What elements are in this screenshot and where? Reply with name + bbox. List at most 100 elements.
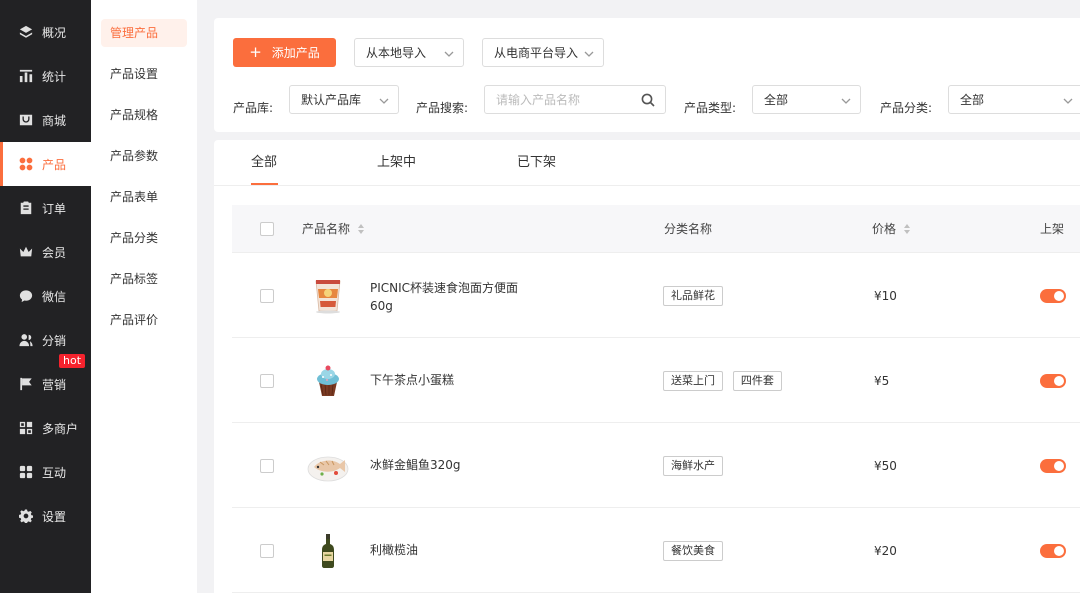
- category-label: 产品分类:: [880, 101, 933, 115]
- column-header-label: 价格: [872, 222, 897, 236]
- category-value: 全部: [960, 93, 985, 107]
- shop-icon: [19, 113, 33, 127]
- import-local-dropdown[interactable]: 从本地导入: [354, 38, 464, 67]
- nav-item-settings[interactable]: 设置: [0, 494, 91, 538]
- plus-icon: +: [249, 43, 262, 61]
- column-header-label: 上架: [1040, 222, 1065, 236]
- category-tags: 礼品鲜花: [663, 286, 729, 306]
- row-checkbox[interactable]: [260, 544, 274, 558]
- type-value: 全部: [764, 93, 789, 107]
- library-select[interactable]: 默认产品库: [289, 85, 399, 114]
- subnav-item-params[interactable]: 产品参数: [101, 142, 187, 170]
- table-row: 下午茶点小蛋糕 送菜上门 四件套 ¥5: [232, 338, 1080, 423]
- on-shelf-toggle[interactable]: [1040, 544, 1066, 558]
- nav-item-label: 设置: [42, 509, 67, 524]
- column-header-price[interactable]: 价格: [872, 223, 911, 235]
- nav-item-stats[interactable]: 统计: [0, 54, 91, 98]
- status-tabs: 全部 上架中 已下架: [214, 140, 1080, 186]
- type-label: 产品类型:: [684, 101, 737, 115]
- subnav-item-reviews[interactable]: 产品评价: [101, 306, 187, 334]
- category-select[interactable]: 全部: [948, 85, 1080, 114]
- column-header-label: 分类名称: [664, 222, 713, 236]
- nav-item-label: 营销: [42, 377, 67, 392]
- product-list-panel: 全部 上架中 已下架 产品名称 分类名称 价格 上架 PICNIC杯装速食泡面方…: [214, 140, 1080, 593]
- product-subnav: 管理产品 产品设置 产品规格 产品参数 产品表单 产品分类 产品标签 产品评价: [91, 0, 197, 593]
- search-label: 产品搜索:: [416, 101, 469, 115]
- nav-item-orders[interactable]: 订单: [0, 186, 91, 230]
- row-checkbox[interactable]: [260, 374, 274, 388]
- add-product-label: 添加产品: [271, 46, 320, 60]
- nav-item-multi-merchant[interactable]: 多商户: [0, 406, 91, 450]
- type-select[interactable]: 全部: [752, 85, 861, 114]
- main-sidebar: 概况 统计 商城 产品 订单 会员 微信 分销 营销 hot 多商户 互动 设置: [0, 0, 91, 593]
- library-value: 默认产品库: [301, 93, 362, 107]
- subnav-item-forms[interactable]: 产品表单: [101, 183, 187, 211]
- grid-icon: [19, 157, 33, 171]
- chevron-down-icon: [584, 48, 594, 58]
- cupcake-image: [317, 365, 339, 396]
- table-header: 产品名称 分类名称 价格 上架: [232, 205, 1080, 253]
- nav-item-label: 统计: [42, 69, 67, 84]
- filter-panel: + 添加产品 从本地导入 从电商平台导入 产品库: 默认产品库 产品搜索: 产品…: [214, 18, 1080, 132]
- sort-icon[interactable]: [358, 224, 365, 234]
- tab-on-shelf[interactable]: 上架中: [377, 156, 416, 169]
- nav-item-label: 多商户: [42, 421, 79, 436]
- nav-item-wechat[interactable]: 微信: [0, 274, 91, 318]
- flag-icon: [19, 377, 33, 391]
- category-tags: 海鲜水产: [663, 456, 729, 476]
- product-name[interactable]: 下午茶点小蛋糕: [370, 371, 540, 389]
- nav-item-shop[interactable]: 商城: [0, 98, 91, 142]
- nav-item-label: 产品: [42, 157, 67, 172]
- sort-icon[interactable]: [904, 224, 911, 234]
- chevron-down-icon: [841, 95, 851, 105]
- nav-item-members[interactable]: 会员: [0, 230, 91, 274]
- column-header-label: 产品名称: [302, 222, 351, 236]
- search-input[interactable]: [485, 86, 625, 113]
- chevron-down-icon: [379, 95, 389, 105]
- tab-all[interactable]: 全部: [251, 156, 277, 169]
- subnav-item-categories[interactable]: 产品分类: [101, 224, 187, 252]
- subnav-item-specs[interactable]: 产品规格: [101, 101, 187, 129]
- nav-item-label: 微信: [42, 289, 67, 304]
- subnav-item-manage[interactable]: 管理产品: [101, 19, 187, 47]
- row-checkbox[interactable]: [260, 289, 274, 303]
- nav-item-products[interactable]: 产品: [0, 142, 91, 186]
- subnav-item-settings[interactable]: 产品设置: [101, 60, 187, 88]
- import-local-label: 从本地导入: [366, 46, 427, 60]
- search-icon[interactable]: [641, 93, 655, 107]
- noodle-cup-image: [315, 280, 341, 314]
- product-name[interactable]: 冰鲜金鲳鱼320g: [370, 456, 540, 474]
- bar-chart-icon: [19, 69, 33, 83]
- on-shelf-toggle[interactable]: [1040, 459, 1066, 473]
- interact-icon: [19, 465, 33, 479]
- nav-item-marketing[interactable]: 营销 hot: [0, 354, 91, 406]
- layers-icon: [19, 25, 33, 39]
- table-row: 利橄榄油 餐饮美食 ¥20: [232, 508, 1080, 593]
- store-icon: [19, 421, 33, 435]
- on-shelf-toggle[interactable]: [1040, 374, 1066, 388]
- nav-item-interaction[interactable]: 互动: [0, 450, 91, 494]
- nav-item-overview[interactable]: 概况: [0, 10, 91, 54]
- category-tags: 餐饮美食: [663, 541, 729, 561]
- select-all-checkbox[interactable]: [260, 222, 274, 236]
- product-price: ¥20: [874, 544, 897, 558]
- category-tag: 餐饮美食: [663, 541, 723, 561]
- row-checkbox[interactable]: [260, 459, 274, 473]
- users-icon: [19, 333, 33, 347]
- column-header-name[interactable]: 产品名称: [302, 223, 365, 235]
- product-name[interactable]: 利橄榄油: [370, 541, 540, 559]
- add-product-button[interactable]: + 添加产品: [233, 38, 336, 67]
- on-shelf-toggle[interactable]: [1040, 289, 1066, 303]
- wechat-icon: [19, 289, 33, 303]
- table-row: PICNIC杯装速食泡面方便面60g 礼品鲜花 ¥10: [232, 253, 1080, 338]
- subnav-item-tags[interactable]: 产品标签: [101, 265, 187, 293]
- category-tag: 海鲜水产: [663, 456, 723, 476]
- fish-plate-image: [307, 456, 349, 482]
- chevron-down-icon: [444, 48, 454, 58]
- tab-off-shelf[interactable]: 已下架: [517, 156, 556, 169]
- table-row: 冰鲜金鲳鱼320g 海鲜水产 ¥50: [232, 423, 1080, 508]
- import-platform-dropdown[interactable]: 从电商平台导入: [482, 38, 604, 67]
- category-tags: 送菜上门 四件套: [663, 371, 788, 391]
- product-name[interactable]: PICNIC杯装速食泡面方便面60g: [370, 279, 540, 315]
- clipboard-icon: [19, 201, 33, 215]
